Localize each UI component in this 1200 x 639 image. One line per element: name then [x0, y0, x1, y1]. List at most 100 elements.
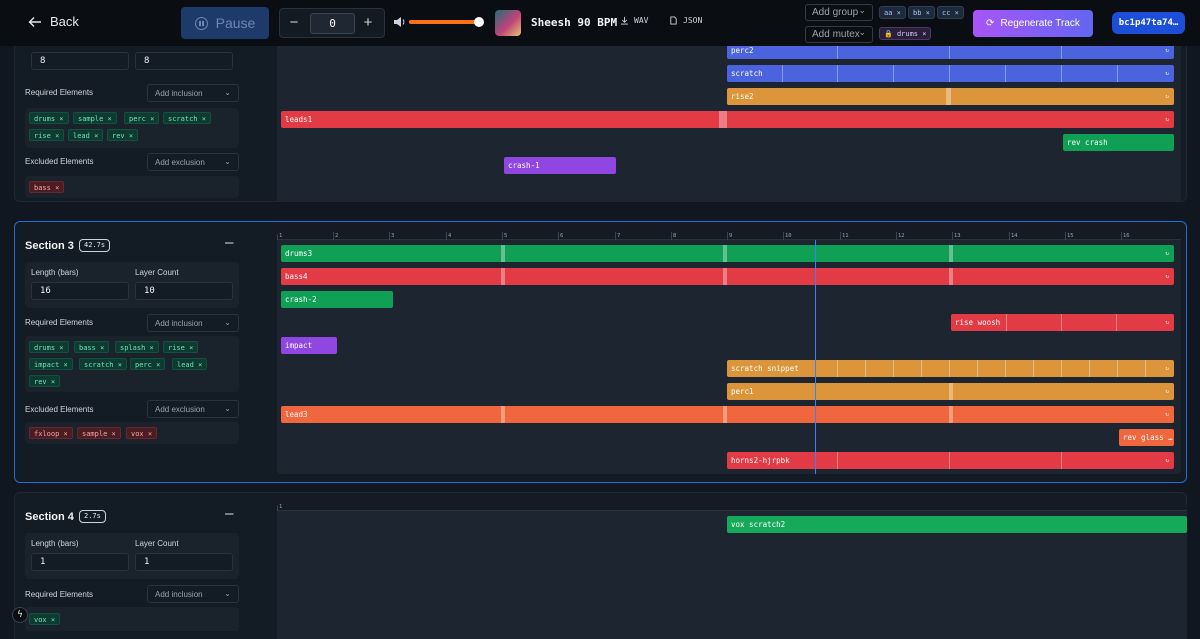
bar-tick: 11	[840, 232, 849, 240]
volume-slider-knob[interactable]	[474, 17, 485, 27]
clip[interactable]: rise2 ↻	[727, 88, 1174, 105]
clip[interactable]: impact	[281, 337, 337, 354]
required-chip[interactable]: rise ×	[29, 129, 65, 141]
lightning-icon[interactable]: ϟ	[12, 607, 28, 623]
required-chip[interactable]: drums ×	[29, 112, 69, 124]
add-exclusion-select[interactable]: Add exclusion ⌄	[147, 400, 239, 418]
required-chip[interactable]: scratch ×	[79, 358, 127, 370]
clip[interactable]: crash-1	[504, 157, 616, 174]
length-input[interactable]: 8	[31, 52, 129, 70]
required-chip[interactable]: rise ×	[163, 341, 199, 353]
add-inclusion-select[interactable]: Add inclusion ⌄	[147, 585, 239, 603]
bar-tick: 5	[502, 232, 508, 240]
required-chip[interactable]: sample ×	[73, 112, 117, 124]
bar-tick: 4	[446, 232, 452, 240]
excluded-chip[interactable]: bass ×	[29, 181, 65, 193]
required-elements-panel: drums × bass × splash × rise × impact × …	[25, 336, 239, 392]
required-chip[interactable]: perc ×	[124, 112, 160, 124]
clip[interactable]: scratch ↻	[727, 65, 1174, 82]
length-input[interactable]: 16	[31, 282, 129, 300]
collapse-button[interactable]: —	[225, 235, 233, 251]
pause-button[interactable]: Pause	[181, 7, 269, 39]
add-exclusion-select[interactable]: Add exclusion ⌄	[147, 153, 239, 171]
required-elements-label: Required Elements	[25, 318, 94, 327]
layer-count-label: Layer Count	[135, 268, 179, 277]
volume-slider[interactable]	[409, 17, 485, 27]
required-chip[interactable]: splash ×	[115, 341, 159, 353]
export-json-button[interactable]: JSON	[669, 16, 702, 25]
wallet-address-button[interactable]: bc1p47ta74…	[1112, 12, 1185, 34]
bar-tick: 10	[783, 232, 792, 240]
required-chip[interactable]: drums ×	[29, 341, 69, 353]
group-tag[interactable]: cc ×	[937, 6, 964, 19]
excluded-elements-label: Excluded Elements	[25, 405, 94, 414]
add-group-select[interactable]: Add group ⌄	[805, 4, 873, 21]
length-label: Length (bars)	[31, 539, 79, 548]
layer-count-input[interactable]: 1	[135, 553, 233, 571]
layer-count-input[interactable]: 10	[135, 282, 233, 300]
back-button[interactable]: Back	[28, 14, 79, 29]
bar-tick: 3	[389, 232, 395, 240]
download-icon	[620, 16, 629, 25]
required-chip[interactable]: lead ×	[68, 129, 104, 141]
add-inclusion-select[interactable]: Add inclusion ⌄	[147, 84, 239, 102]
clip[interactable]: rise woosh ↻	[951, 314, 1174, 331]
collapse-button[interactable]: —	[225, 506, 233, 522]
add-inclusion-select[interactable]: Add inclusion ⌄	[147, 314, 239, 332]
regenerate-track-button[interactable]: ⟳ Regenerate Track	[973, 10, 1093, 37]
required-elements-panel: drums × sample × perc × scratch × rise ×…	[25, 108, 239, 148]
group-tag[interactable]: aa ×	[879, 6, 906, 19]
group-tag[interactable]: bb ×	[908, 6, 935, 19]
track-title: Sheesh 90 BPM	[531, 16, 618, 29]
length-input[interactable]: 1	[31, 553, 129, 571]
chevron-down-icon: ⌄	[224, 318, 231, 327]
clip[interactable]: horns2-hjrpbk ↻	[727, 452, 1174, 469]
clip[interactable]: drums3 ↻	[281, 245, 1174, 262]
layer-count-label: Layer Count	[135, 539, 179, 548]
chevron-down-icon: ⌄	[858, 5, 866, 15]
excluded-chip[interactable]: fxloop ×	[29, 427, 73, 439]
excluded-chip[interactable]: sample ×	[77, 427, 121, 439]
required-chip[interactable]: scratch ×	[163, 112, 211, 124]
layer-count-input[interactable]: 8	[135, 52, 233, 70]
bar-tick: 7	[615, 232, 621, 240]
excluded-chip[interactable]: vox ×	[126, 427, 158, 439]
clip[interactable]: vox scratch2	[727, 516, 1187, 533]
required-chip[interactable]: rev ×	[29, 375, 61, 387]
clip[interactable]: rev crash	[1063, 134, 1174, 151]
excluded-elements-panel: fxloop × sample × vox ×	[25, 422, 239, 444]
playhead[interactable]	[815, 240, 816, 474]
bar-tick: 13	[952, 232, 961, 240]
clip[interactable]: perc1 ↻	[727, 383, 1174, 400]
duration-badge: 2.7s	[79, 510, 106, 523]
required-chip[interactable]: impact ×	[29, 358, 73, 370]
duration-badge: 42.7s	[79, 239, 111, 252]
volume-icon[interactable]	[393, 16, 407, 28]
clip[interactable]: crash-2	[281, 291, 393, 308]
clip[interactable]: leads1 ↻	[281, 111, 1174, 128]
required-chip[interactable]: bass ×	[74, 341, 110, 353]
bar-ruler: 1 2 3 4 5 6 7 8 9 10 11 12 13 14 15 16	[277, 232, 1181, 240]
required-chip[interactable]: rev ×	[107, 129, 139, 141]
file-icon	[670, 16, 677, 25]
add-mutex-select[interactable]: Add mutex ⌄	[805, 26, 873, 43]
length-label: Length (bars)	[31, 268, 79, 277]
required-chip[interactable]: perc ×	[130, 358, 166, 370]
bar-tick: 12	[896, 232, 905, 240]
required-chip[interactable]: lead ×	[172, 358, 208, 370]
required-chip[interactable]: vox ×	[29, 613, 61, 625]
bar-tick: 1	[277, 503, 283, 511]
clip[interactable]: rev glass …	[1119, 429, 1174, 446]
offset-input[interactable]: 0	[310, 13, 355, 34]
clip[interactable]: lead3 ↻	[281, 406, 1174, 423]
chevron-down-icon: ⌄	[224, 589, 231, 598]
increment-button[interactable]: +	[358, 13, 378, 33]
download-wav-button[interactable]: WAV	[620, 16, 648, 25]
decrement-button[interactable]: −	[284, 13, 304, 33]
mutex-tag[interactable]: 🔒 drums ×	[879, 27, 932, 40]
bar-tick: 16	[1121, 232, 1130, 240]
volume-slider-fill	[409, 20, 480, 24]
clip[interactable]: scratch snippet ↻	[727, 360, 1174, 377]
clip[interactable]: bass4 ↻	[281, 268, 1174, 285]
section-title: Section 4	[25, 511, 74, 523]
